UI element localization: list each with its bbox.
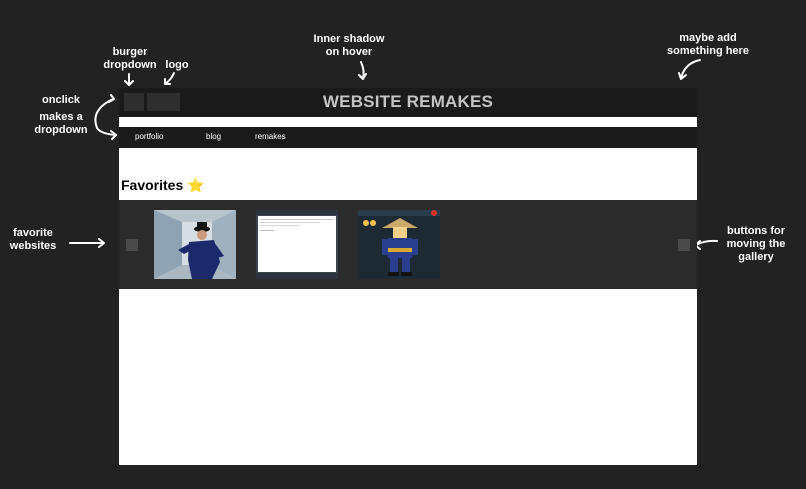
nav-link-remakes[interactable]: remakes [255, 132, 286, 141]
favorites-gallery [119, 200, 697, 289]
site-header: WEBSITE REMAKES [119, 88, 697, 117]
nav-bar: portfolio blog remakes [119, 127, 697, 148]
star-icon: ⭐ [187, 177, 205, 193]
web-page-screenshot-image [256, 210, 338, 279]
favorites-title: Favorites [121, 177, 184, 193]
nav-link-blog[interactable]: blog [206, 132, 221, 141]
arrow-maybe-add [680, 59, 701, 79]
game-character-image [358, 210, 440, 279]
gallery-thumbnail-1[interactable] [154, 210, 236, 279]
gallery-thumbnail-2[interactable] [256, 210, 338, 279]
site-title: WEBSITE REMAKES [322, 92, 494, 111]
gallery-thumbnail-3[interactable] [358, 210, 440, 279]
website-mockup: WEBSITE REMAKES portfolio blog remakes F… [119, 88, 697, 465]
gallery-prev-button[interactable] [126, 239, 138, 251]
arrow-inner-shadow [360, 61, 365, 79]
arrow-logo [164, 72, 175, 85]
gallery-next-button[interactable] [678, 239, 690, 251]
arrow-dropdown-curve [94, 98, 117, 136]
favorites-heading: Favorites ⭐ [121, 177, 205, 194]
person-in-hallway-image [154, 210, 236, 279]
nav-link-portfolio[interactable]: portfolio [135, 132, 163, 141]
